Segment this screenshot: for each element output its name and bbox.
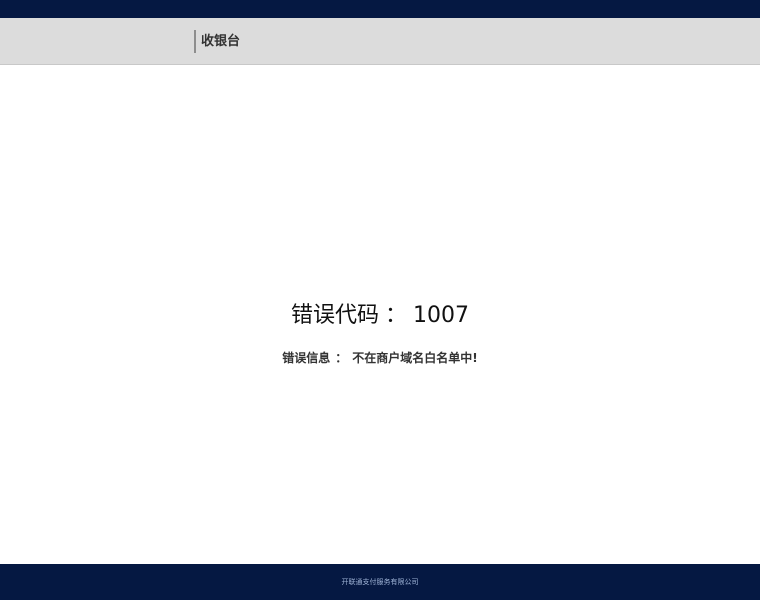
error-info-separator: ：	[335, 351, 348, 365]
error-code-value: 1007	[413, 303, 470, 328]
page-title: 收银台	[201, 34, 241, 49]
top-navy-bar	[0, 0, 760, 18]
error-code-label: 错误代码	[290, 303, 379, 328]
error-info-row: 错误信息 ： 不在商户域名白名单中!	[0, 348, 760, 368]
error-info-value: 不在商户域名白名单中!	[352, 351, 478, 365]
page-header: 收银台	[0, 18, 760, 65]
header-divider	[194, 30, 196, 53]
error-code-separator: ：	[385, 303, 408, 328]
footer-company-name: 开联通支付服务有限公司	[341, 578, 419, 586]
page-footer: 开联通支付服务有限公司	[0, 564, 760, 600]
error-code-row: 错误代码： 1007	[0, 298, 760, 334]
error-info-label: 错误信息	[282, 351, 331, 365]
